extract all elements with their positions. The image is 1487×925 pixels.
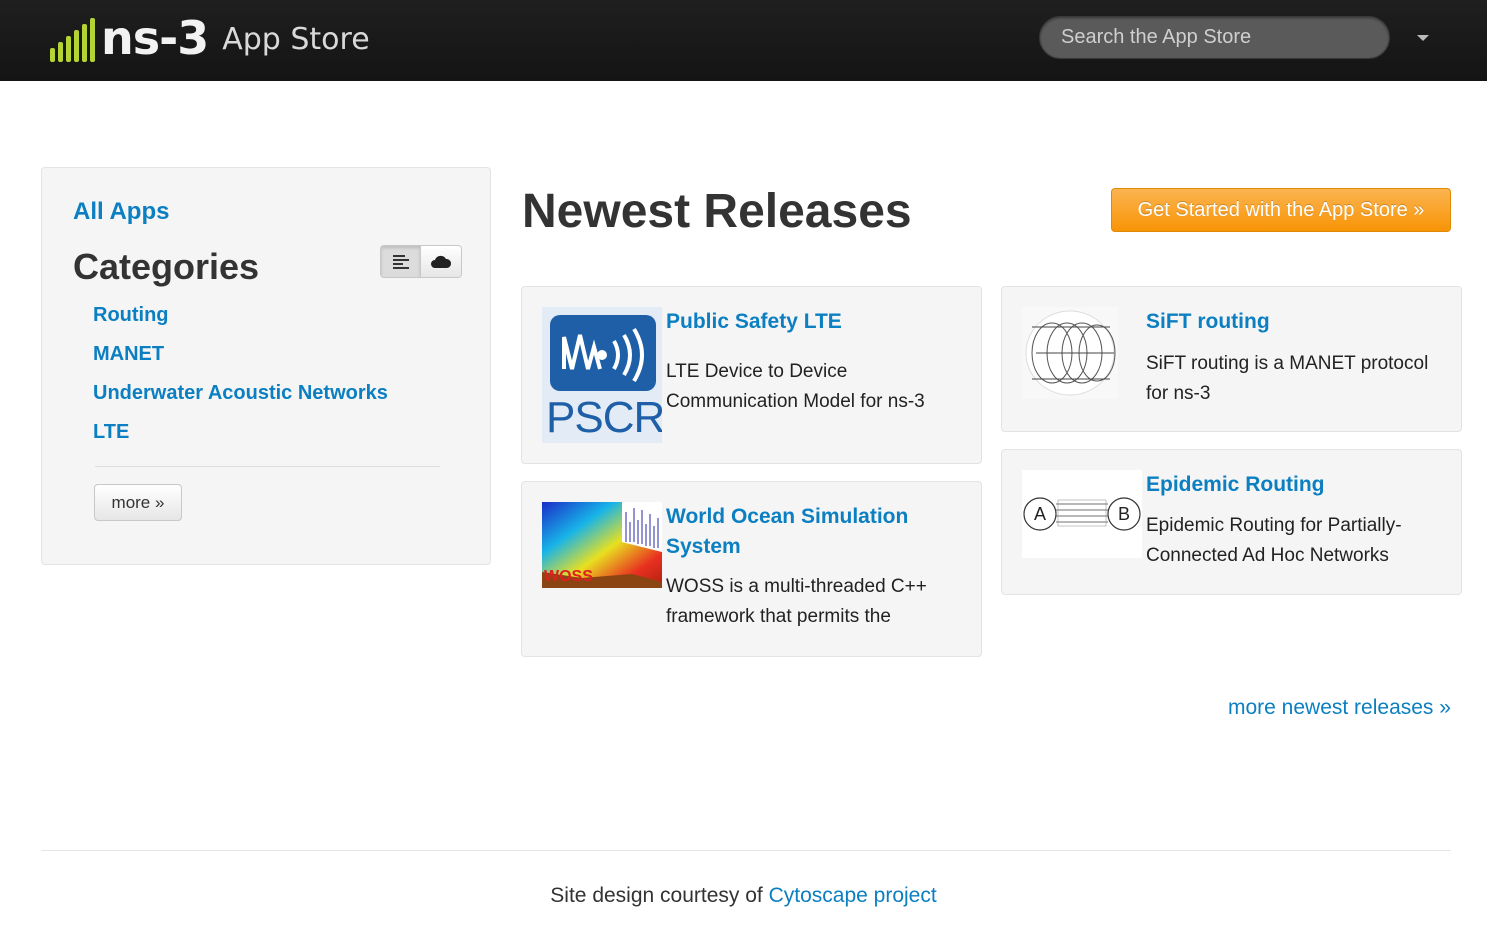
footer: Site design courtesy of Cytoscape projec…: [0, 884, 1487, 908]
category-link-lte[interactable]: LTE: [93, 421, 129, 443]
category-list: Routing MANET Underwater Acoustic Networ…: [93, 304, 388, 460]
app-title-link[interactable]: Epidemic Routing: [1146, 470, 1325, 500]
page-title: Newest Releases: [522, 185, 912, 238]
category-link-underwater[interactable]: Underwater Acoustic Networks: [93, 382, 388, 404]
logo-ns3-text: ns-3: [101, 11, 209, 65]
app-card: SiFT routing SiFT routing is a MANET pro…: [1001, 286, 1462, 432]
chevron-down-icon[interactable]: [1417, 35, 1429, 41]
category-item: LTE: [93, 421, 388, 460]
search-box[interactable]: [1039, 16, 1390, 59]
app-description: Epidemic Routing for Partially-Connected…: [1146, 515, 1402, 566]
signal-bars-icon: [50, 18, 95, 62]
epidemic-diagram-image[interactable]: A B: [1022, 470, 1142, 558]
search-input[interactable]: [1040, 17, 1389, 58]
category-item: Underwater Acoustic Networks: [93, 382, 388, 421]
all-apps-link[interactable]: All Apps: [73, 198, 169, 226]
category-item: Routing: [93, 304, 388, 343]
sift-diagram-image[interactable]: [1022, 307, 1118, 399]
app-description: LTE Device to Device Communication Model…: [666, 361, 925, 412]
app-title-link[interactable]: SiFT routing: [1146, 307, 1270, 337]
category-item: MANET: [93, 343, 388, 382]
pscr-logo-text: PSCR: [546, 393, 662, 442]
node-a-label: A: [1034, 504, 1047, 524]
app-card: PSCR Public Safety LTE LTE Device to Dev…: [521, 286, 982, 464]
more-categories-button[interactable]: more »: [94, 484, 182, 521]
logo-appstore-text: App Store: [222, 22, 370, 57]
category-link-manet[interactable]: MANET: [93, 343, 164, 365]
node-b-label: B: [1118, 504, 1131, 524]
footer-divider: [41, 850, 1451, 851]
list-icon: [392, 254, 409, 269]
woss-simulation-image[interactable]: WOSS: [542, 502, 662, 588]
woss-logo-text: WOSS: [544, 568, 593, 585]
sidebar-panel: All Apps Categories Routing MANET Underw…: [41, 167, 491, 565]
footer-text: Site design courtesy of: [550, 884, 763, 907]
app-description: WOSS is a multi-threaded C++ framework t…: [666, 576, 927, 627]
divider: [95, 466, 440, 467]
cloud-icon: [431, 255, 452, 268]
list-view-button[interactable]: [381, 246, 421, 277]
cytoscape-link[interactable]: Cytoscape project: [769, 884, 937, 907]
categories-heading: Categories: [73, 246, 260, 287]
view-toggle: [380, 245, 462, 278]
get-started-button[interactable]: Get Started with the App Store »: [1111, 188, 1451, 232]
app-description: SiFT routing is a MANET protocol for ns-…: [1146, 353, 1429, 404]
pscr-logo-image[interactable]: PSCR: [542, 307, 662, 443]
ns3-logo[interactable]: ns-3 App Store: [50, 14, 370, 62]
more-newest-releases-link[interactable]: more newest releases »: [1228, 696, 1451, 720]
app-card: A B Epidemic Routing Epidemic Routing fo…: [1001, 449, 1462, 595]
top-navbar: ns-3 App Store: [0, 0, 1487, 81]
cloud-view-button[interactable]: [421, 246, 461, 277]
app-title-link[interactable]: Public Safety LTE: [666, 307, 842, 337]
app-title-link[interactable]: World Ocean Simulation System: [666, 502, 946, 562]
app-card: WOSS World Ocean Simulation System WOSS …: [521, 481, 982, 657]
category-link-routing[interactable]: Routing: [93, 304, 169, 326]
